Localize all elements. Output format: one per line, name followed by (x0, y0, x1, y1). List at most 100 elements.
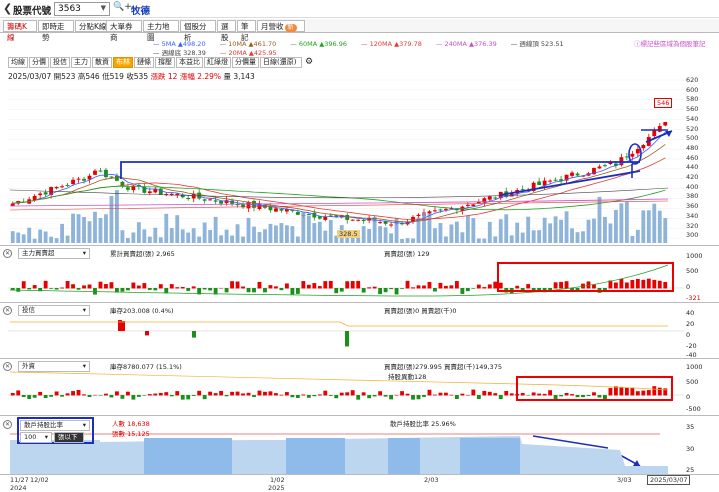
candle-body (603, 165, 607, 167)
volume-bar (104, 214, 108, 243)
volume-bar (230, 235, 234, 243)
volume-bar (548, 223, 553, 243)
panel-divider (0, 415, 719, 416)
candle-body (433, 210, 437, 212)
main-force-bar (87, 284, 92, 289)
resistance-line (120, 161, 640, 179)
panel-divider (0, 302, 719, 303)
main-force-highlight-box (497, 262, 674, 292)
trust-bar (345, 331, 349, 347)
candle-body (98, 170, 103, 172)
foreign-bar (136, 395, 141, 397)
candle-body (43, 192, 48, 195)
volume-bar (328, 219, 333, 243)
foreign-bar (87, 395, 92, 398)
main-force-bar (460, 288, 465, 294)
panel-divider (0, 474, 719, 475)
trust-selector[interactable]: 投信 ▾ (18, 305, 90, 316)
foreign-bar (82, 394, 86, 396)
axis-tick: -321 (686, 294, 701, 302)
threshold-mode-button[interactable]: 張以下 (54, 432, 84, 443)
foreign-bar (120, 395, 125, 399)
foreign-bar (400, 391, 404, 396)
main-force-selector[interactable]: 主力買賣超 ▾ (18, 248, 90, 259)
volume-bar (43, 231, 48, 243)
volume-bar (169, 228, 174, 243)
foreign-highlight-box (516, 376, 673, 401)
date-label: 11/27 (10, 476, 29, 484)
retail-area-band (286, 438, 345, 474)
foreign-bar (487, 391, 492, 396)
foreign-bar (372, 395, 377, 397)
volume-bar (219, 235, 224, 243)
volume-bar (570, 228, 574, 243)
main-force-bar (43, 280, 48, 289)
foreign-bar (350, 390, 355, 396)
foreign-bar (465, 394, 470, 396)
main-force-bar (142, 283, 147, 289)
volume-bar (405, 238, 410, 243)
candle-body (82, 178, 86, 181)
foreign-bar (246, 392, 251, 396)
foreign-selector[interactable]: 外資 ▾ (18, 361, 90, 372)
volume-bar (65, 235, 70, 243)
main-force-bar (27, 288, 32, 290)
foreign-bar (109, 395, 114, 398)
volume-bar (454, 221, 459, 243)
volume-bar (263, 229, 267, 243)
volume-bar (115, 190, 119, 243)
volume-bar (581, 231, 585, 243)
volume-bar (306, 215, 311, 243)
candle-body (624, 156, 629, 158)
main-force-bar (400, 288, 404, 289)
retail-threshold-select[interactable]: 100 ▾ (20, 432, 52, 443)
foreign-bar (235, 391, 240, 396)
candle-body (471, 204, 476, 207)
candle-body (570, 172, 574, 176)
volume-bar (378, 226, 383, 243)
price-tick: 480 (686, 143, 699, 152)
close-icon[interactable]: ✕ (3, 420, 12, 429)
candle-body (219, 201, 224, 204)
volume-bar (252, 226, 256, 243)
candle-body (306, 213, 311, 215)
volume-bar (553, 216, 558, 243)
volume-bar (575, 232, 580, 243)
high-marker: 546 (654, 98, 673, 108)
foreign-bar (454, 395, 459, 399)
close-icon[interactable]: ✕ (3, 362, 12, 371)
foreign-bar (460, 393, 465, 396)
volume-bar (246, 217, 251, 243)
close-icon[interactable]: ✕ (3, 306, 12, 315)
volume-bar (509, 235, 514, 243)
foreign-bar (191, 395, 196, 396)
candle-body (345, 215, 350, 220)
volume-bar (630, 235, 635, 243)
chevron-down-icon: ▾ (82, 362, 86, 370)
volume-bar (274, 225, 278, 243)
volume-bar (49, 236, 54, 243)
foreign-bar (147, 394, 152, 396)
trust-right-text: 買賣超(張)0 買賣超(千)0 (384, 307, 457, 315)
price-tick: 300 (686, 231, 699, 240)
main-force-bar (208, 288, 213, 291)
volume-bar (323, 230, 328, 243)
candle-body (208, 199, 213, 201)
axis-tick: 1000 (686, 363, 703, 371)
main-force-bar (274, 286, 278, 289)
volume-bar (235, 224, 240, 243)
volume-bar (109, 195, 114, 243)
main-force-bar (219, 287, 224, 289)
main-force-bar (263, 288, 267, 293)
candle-body (54, 187, 59, 189)
volume-bar (531, 230, 536, 243)
close-icon[interactable]: ✕ (3, 249, 12, 258)
retail-holder-count: 人數 18,638 (112, 420, 150, 428)
main-force-bar (438, 282, 443, 289)
foreign-bar (444, 392, 448, 396)
volume-bar (657, 210, 662, 243)
foreign-bar (76, 389, 81, 396)
volume-bar (537, 230, 542, 243)
foreign-bar (295, 395, 300, 398)
retail-selector[interactable]: 散戶持股比率 ▾ (20, 420, 90, 431)
